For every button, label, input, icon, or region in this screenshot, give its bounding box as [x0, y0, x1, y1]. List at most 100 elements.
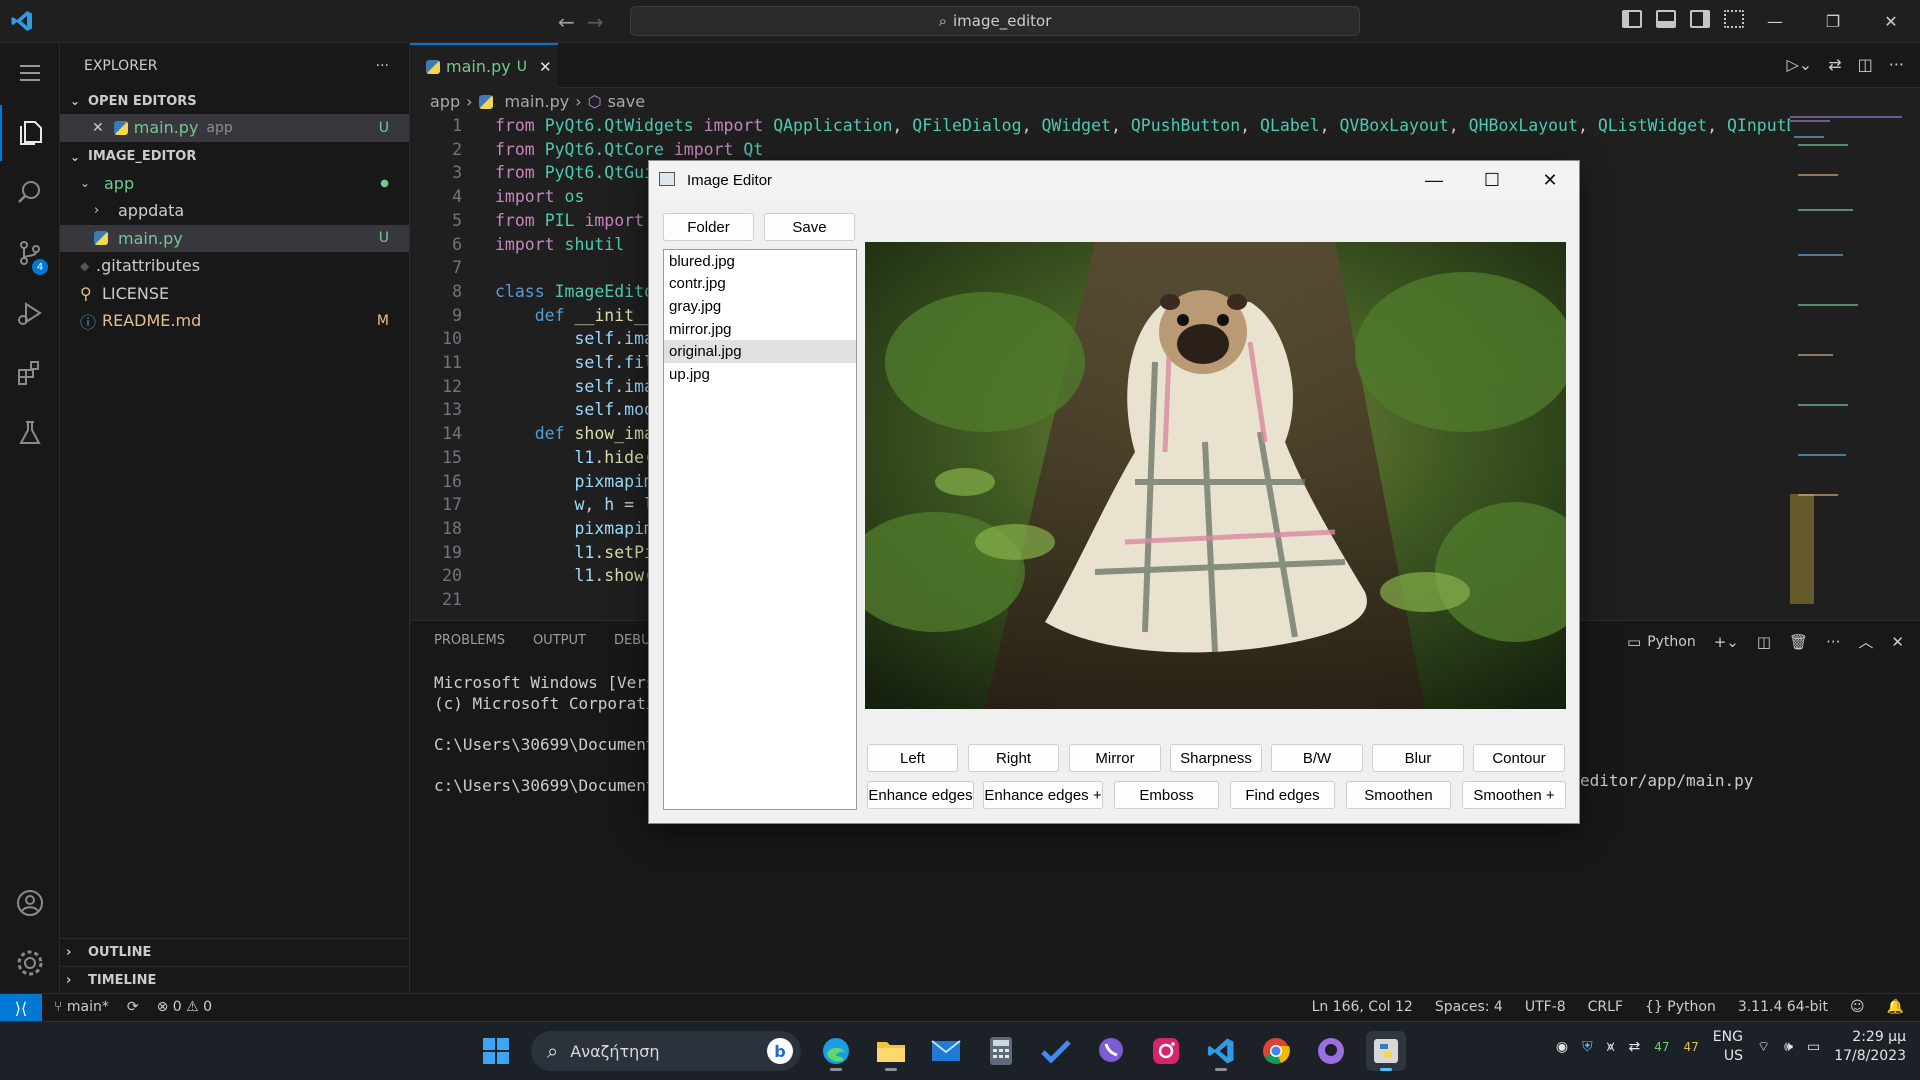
minimap[interactable]	[1790, 114, 1905, 614]
rotate-left-button[interactable]: Left	[867, 744, 958, 772]
bing-icon[interactable]: b	[767, 1038, 793, 1064]
open-editor-item[interactable]: ✕ main.py app U	[60, 114, 409, 142]
tab-main-py[interactable]: main.py U ✕	[410, 43, 558, 88]
accounts-icon[interactable]	[0, 875, 60, 931]
encoding[interactable]: UTF-8	[1525, 999, 1566, 1015]
outline-section[interactable]: › OUTLINE	[60, 938, 410, 966]
viber-icon[interactable]	[1091, 1031, 1131, 1071]
more-actions-icon[interactable]: ···	[1826, 633, 1840, 651]
input-language[interactable]: ENG US	[1713, 1028, 1743, 1066]
smoothen-button[interactable]: Smoothen	[1346, 781, 1451, 809]
tab-problems[interactable]: PROBLEMS	[434, 633, 505, 648]
blur-button[interactable]: Blur	[1372, 744, 1464, 772]
trash-icon[interactable]: 🗑	[1789, 633, 1808, 651]
tree-item-readme[interactable]: ⓘ README.md M	[60, 307, 409, 335]
list-item[interactable]: mirror.jpg	[664, 318, 856, 341]
toggle-panel-icon[interactable]	[1656, 10, 1676, 28]
compare-changes-icon[interactable]: ⇄	[1828, 55, 1841, 74]
more-actions-icon[interactable]: ···	[1889, 55, 1904, 74]
black-white-button[interactable]: B/W	[1271, 744, 1363, 772]
cursor-position[interactable]: Ln 166, Col 12	[1312, 999, 1413, 1015]
folder-button[interactable]: Folder	[663, 213, 754, 241]
contour-button[interactable]: Contour	[1473, 744, 1565, 772]
file-list[interactable]: blured.jpg contr.jpg gray.jpg mirror.jpg…	[663, 249, 857, 810]
remote-indicator-icon[interactable]: ⟩⟨	[0, 994, 42, 1022]
split-editor-icon[interactable]: ◫	[1858, 55, 1873, 74]
security-shield-icon[interactable]: ⛨	[1582, 1039, 1593, 1055]
forward-arrow-icon[interactable]: →	[587, 10, 604, 34]
close-tab-icon[interactable]: ✕	[539, 58, 552, 76]
extensions-icon[interactable]	[0, 345, 60, 401]
command-center-search[interactable]: ⌕ image_editor	[630, 6, 1360, 36]
tree-item-main-py[interactable]: main.py U	[60, 224, 409, 252]
calculator-icon[interactable]	[981, 1031, 1021, 1071]
new-terminal-icon[interactable]: +⌄	[1714, 633, 1739, 651]
timeline-section[interactable]: › TIMELINE	[60, 966, 410, 994]
explorer-icon[interactable]	[0, 105, 60, 161]
notifications-bell-icon[interactable]: 🔔	[1887, 999, 1904, 1015]
taskbar-search[interactable]: ⌕ Αναζήτηση b	[531, 1031, 801, 1071]
menu-icon[interactable]	[0, 45, 60, 101]
tree-item-gitattributes[interactable]: ◆ .gitattributes	[60, 252, 409, 280]
breadcrumb-item[interactable]: app	[430, 92, 460, 111]
instagram-icon[interactable]	[1146, 1031, 1186, 1071]
workspace-section[interactable]: ⌄ IMAGE_EDITOR	[60, 144, 409, 170]
close-editor-icon[interactable]: ✕	[92, 120, 104, 136]
breadcrumb-item[interactable]: main.py	[505, 92, 570, 111]
battery-icon[interactable]: ▭	[1807, 1039, 1820, 1055]
list-item[interactable]: gray.jpg	[664, 295, 856, 318]
problems-indicator[interactable]: ⊗ 0 ⚠ 0	[157, 999, 213, 1015]
more-actions-icon[interactable]: ···	[376, 58, 389, 74]
testing-icon[interactable]	[0, 405, 60, 461]
search-icon[interactable]	[0, 165, 60, 221]
maximize-panel-icon[interactable]: ︿	[1858, 631, 1873, 652]
smoothen-more-button[interactable]: Smoothen +	[1462, 781, 1566, 809]
sync-icon[interactable]: ⟳	[127, 999, 139, 1015]
back-arrow-icon[interactable]: ←	[558, 10, 575, 34]
minimize-button[interactable]: —	[1746, 0, 1804, 42]
language-mode[interactable]: {} Python	[1645, 999, 1716, 1015]
rotate-right-button[interactable]: Right	[968, 744, 1059, 772]
python-app-icon[interactable]	[1366, 1031, 1406, 1071]
feedback-icon[interactable]: ☺	[1850, 999, 1865, 1015]
settings-sliders-icon[interactable]: ⇄	[1629, 1039, 1641, 1055]
list-item[interactable]: blured.jpg	[664, 250, 856, 273]
close-button[interactable]: ✕	[1862, 0, 1920, 42]
list-item[interactable]: contr.jpg	[664, 273, 856, 296]
toggle-secondary-sidebar-icon[interactable]	[1690, 10, 1710, 28]
emboss-button[interactable]: Emboss	[1114, 781, 1219, 809]
tab-debug-console[interactable]: DEBU	[614, 633, 651, 648]
chrome-icon[interactable]	[1256, 1031, 1296, 1071]
discord-icon[interactable]: ◉	[1556, 1039, 1568, 1055]
vscode-taskbar-icon[interactable]	[1201, 1031, 1241, 1071]
list-item[interactable]: up.jpg	[664, 363, 856, 386]
wifi-icon[interactable]: ⌔	[1757, 1038, 1770, 1056]
volume-icon[interactable]: 🕪	[1784, 1039, 1793, 1055]
line-endings[interactable]: CRLF	[1588, 999, 1623, 1015]
file-explorer-icon[interactable]	[871, 1031, 911, 1071]
edge-browser-icon[interactable]	[816, 1031, 856, 1071]
breadcrumb-item[interactable]: save	[608, 92, 645, 111]
tab-output[interactable]: OUTPUT	[533, 633, 586, 648]
windows-start-icon[interactable]	[476, 1031, 516, 1071]
resource-monitor-icon[interactable]: ⩙	[1607, 1039, 1615, 1055]
open-editors-section[interactable]: ⌄ OPEN EDITORS	[60, 88, 409, 114]
python-interpreter[interactable]: 3.11.4 64-bit	[1738, 999, 1828, 1015]
dialog-maximize-button[interactable]: ☐	[1463, 161, 1521, 199]
mail-icon[interactable]	[926, 1031, 966, 1071]
enhance-edges-more-button[interactable]: Enhance edges +	[983, 781, 1103, 809]
tree-item-license[interactable]: ⚲ LICENSE	[60, 280, 409, 308]
customize-layout-icon[interactable]	[1724, 10, 1744, 28]
close-panel-icon[interactable]: ✕	[1891, 633, 1904, 651]
branch-indicator[interactable]: ⑂ main*	[54, 999, 109, 1015]
dialog-minimize-button[interactable]: —	[1405, 161, 1463, 199]
tree-item-app[interactable]: ⌄ app ●	[60, 170, 409, 198]
github-icon[interactable]	[1311, 1031, 1351, 1071]
dialog-close-button[interactable]: ✕	[1521, 161, 1579, 199]
tree-item-appdata[interactable]: › appdata	[60, 197, 409, 225]
vscode-logo-icon[interactable]	[10, 9, 34, 33]
maximize-button[interactable]: ❐	[1804, 0, 1862, 42]
run-icon[interactable]: ▷⌄	[1786, 55, 1812, 74]
save-button[interactable]: Save	[764, 213, 855, 241]
terminal-output[interactable]: Microsoft Windows [Versi (c) Microsoft Co…	[434, 673, 665, 796]
